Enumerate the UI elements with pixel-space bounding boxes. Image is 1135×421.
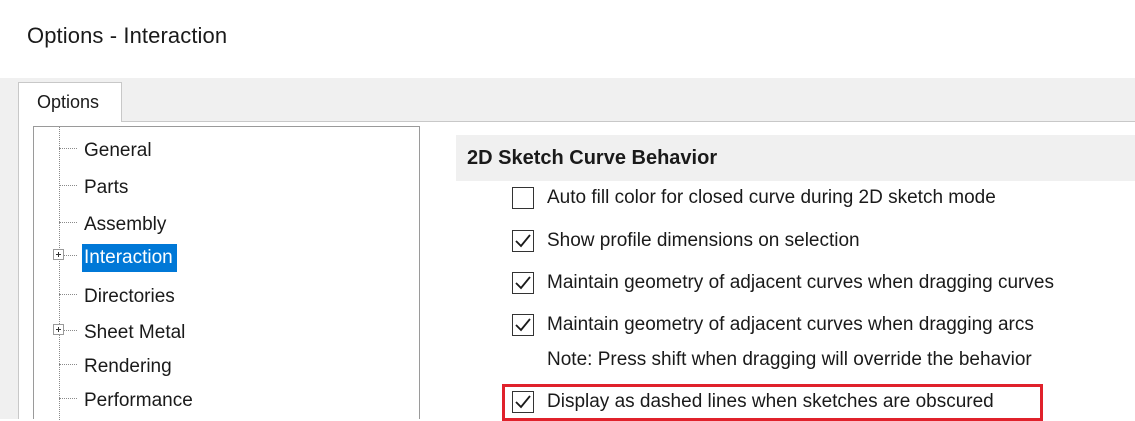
plus-box-icon[interactable] xyxy=(53,324,64,335)
tree-item-label: Performance xyxy=(84,390,193,411)
maintain-geometry-curves-checkbox[interactable] xyxy=(512,272,534,294)
checkmark-icon xyxy=(515,318,531,332)
tab-options-label: Options xyxy=(37,92,100,112)
section-title: 2D Sketch Curve Behavior xyxy=(467,147,718,169)
tree-item-parts[interactable]: Parts xyxy=(34,170,414,202)
section-header: 2D Sketch Curve Behavior xyxy=(456,135,1135,181)
tree-item-label: Parts xyxy=(84,177,129,198)
title-bar[interactable]: Options - Interaction xyxy=(0,0,1135,78)
tree-item-directories[interactable]: Directories xyxy=(34,279,414,311)
tab-options[interactable]: Options xyxy=(18,82,122,122)
tree-item-assembly[interactable]: Assembly xyxy=(34,207,414,239)
window-title: Options - Interaction xyxy=(27,23,228,48)
options-window: Options - Interaction Options General Pa… xyxy=(0,0,1135,421)
tree-item-performance[interactable]: Performance xyxy=(34,383,414,415)
tree-item-label: Interaction xyxy=(82,244,177,272)
options-tree[interactable]: General Parts Assembly Interaction Direc… xyxy=(33,126,420,420)
plus-box-icon[interactable] xyxy=(53,249,64,260)
option-label: Maintain geometry of adjacent curves whe… xyxy=(547,314,1034,335)
tree-connector xyxy=(59,294,77,295)
tree-item-label: General xyxy=(84,140,152,161)
auto-fill-color-checkbox[interactable] xyxy=(512,187,534,209)
checkmark-icon xyxy=(515,234,531,248)
tree-item-rendering[interactable]: Rendering xyxy=(34,349,414,381)
tree-item-general[interactable]: General xyxy=(34,133,414,165)
show-profile-dimensions-checkbox[interactable] xyxy=(512,230,534,252)
highlight-box xyxy=(502,384,1043,421)
checkmark-icon xyxy=(515,276,531,290)
behavior-note: Note: Press shift when dragging will ove… xyxy=(547,349,1032,370)
tree-item-label: Assembly xyxy=(84,214,167,235)
tree-connector xyxy=(59,364,77,365)
option-label: Show profile dimensions on selection xyxy=(547,230,860,251)
tree-item-sheet-metal[interactable]: Sheet Metal xyxy=(34,315,414,347)
tree-item-interaction[interactable]: Interaction xyxy=(34,240,414,272)
option-label: Maintain geometry of adjacent curves whe… xyxy=(547,272,1054,293)
tree-connector xyxy=(59,222,77,223)
tree-item-label: Directories xyxy=(84,286,175,307)
tree-connector xyxy=(59,185,77,186)
tree-item-label: Sheet Metal xyxy=(84,322,186,343)
tree-connector xyxy=(59,398,77,399)
option-label: Auto fill color for closed curve during … xyxy=(547,187,996,208)
maintain-geometry-arcs-checkbox[interactable] xyxy=(512,314,534,336)
tree-connector xyxy=(59,148,77,149)
tree-item-label: Rendering xyxy=(84,356,172,377)
